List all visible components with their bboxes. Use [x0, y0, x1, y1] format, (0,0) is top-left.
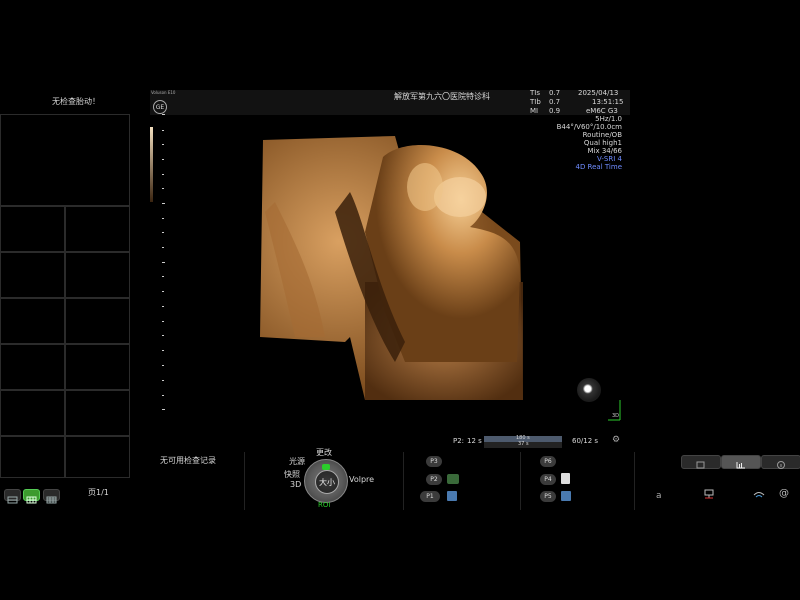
- exam-time: 13:51:15: [592, 98, 624, 106]
- layout-1x2-button[interactable]: [4, 489, 21, 504]
- rotary-dial[interactable]: 大小: [304, 459, 348, 503]
- dial-bottom-label: ROI: [318, 501, 331, 509]
- network-icon[interactable]: [702, 488, 716, 502]
- dial-left-upper-label: 光源: [289, 457, 305, 466]
- tool-tab-chart[interactable]: [721, 455, 761, 469]
- layout-3x3-button[interactable]: [43, 489, 60, 504]
- bottom-panel-divider: [403, 452, 404, 510]
- cine-progress-bar[interactable]: 180 s 37 s: [484, 436, 562, 448]
- orientation-ball-icon[interactable]: [577, 378, 601, 402]
- preset-label: P4: [544, 476, 552, 483]
- safety-indices: TIs 0.7 TIb 0.7 MI 0.9: [530, 90, 565, 117]
- tool-tab-info[interactable]: [761, 455, 800, 469]
- preset-label: P1: [426, 493, 434, 500]
- thumbnail-cell[interactable]: [0, 206, 65, 252]
- chart-icon: [736, 462, 745, 469]
- render-axis-icon: [608, 400, 621, 421]
- depth-ruler: [162, 114, 165, 410]
- thumbnail-cell[interactable]: [65, 390, 130, 436]
- cine-left-value: 12 s: [467, 437, 482, 445]
- no-heartbeat-warning: 无检查胎动！: [52, 97, 100, 106]
- dial-left-mid-label: 快照: [284, 470, 300, 479]
- settings-gear-icon[interactable]: ⚙: [612, 435, 622, 445]
- mi-label: MI: [530, 107, 539, 115]
- cine-bottom-value: 37 s: [518, 441, 529, 447]
- thumbnail-grid: [0, 114, 130, 478]
- thumbnail-cell[interactable]: [0, 252, 65, 298]
- layout-2x3-button[interactable]: [23, 489, 40, 504]
- ge-logo-subtitle: Voluson E10: [151, 90, 176, 95]
- dial-top-label: 更改: [316, 448, 332, 457]
- render-3d-label: 3D: [612, 413, 620, 419]
- thumbnail-cell[interactable]: [65, 252, 130, 298]
- save-icon[interactable]: [561, 491, 571, 501]
- layout-3x3-icon: [46, 496, 57, 504]
- preset-p3-button[interactable]: P3: [426, 456, 442, 467]
- info-icon: [777, 461, 785, 469]
- thumbnail-cell[interactable]: [65, 298, 130, 344]
- preset-p5-button[interactable]: P5: [540, 491, 556, 502]
- thumbnail-cell[interactable]: [65, 436, 130, 478]
- grayscale-bar: [150, 127, 153, 202]
- document-icon[interactable]: [561, 473, 570, 484]
- probe-name: eM6C G3: [586, 107, 618, 115]
- thumbnail-cell[interactable]: [0, 298, 65, 344]
- no-records-label: 无可用检查记录: [160, 456, 216, 465]
- tib-value: 0.7: [549, 98, 561, 106]
- preset-p4-button[interactable]: P4: [540, 474, 556, 485]
- imaging-parameters: 5Hz/1.0 B44°/V60°/10.0cm Routine/OB Qual…: [548, 116, 622, 172]
- dial-left-lower-label: 3D: [290, 480, 302, 489]
- preset-label: P6: [544, 458, 552, 465]
- exam-date: 2025/04/13: [578, 89, 619, 97]
- wireless-icon[interactable]: [752, 489, 766, 501]
- dial-center-label: 大小: [319, 477, 335, 487]
- bottom-panel-divider: [634, 452, 635, 510]
- tib-label: TIb: [530, 98, 541, 106]
- bottom-panel-divider: [520, 452, 521, 510]
- preset-p1-button[interactable]: P1: [420, 491, 440, 502]
- page-indicator: 页1/1: [88, 488, 109, 497]
- dial-right-label: Volpre: [349, 475, 375, 484]
- mode-label: 4D Real Time: [575, 163, 622, 171]
- dial-indicator: [322, 464, 330, 470]
- thumbnail-cell[interactable]: [65, 206, 130, 252]
- preset-p2-button[interactable]: P2: [426, 474, 442, 485]
- cine-left-label: P2:: [453, 437, 465, 445]
- ge-logo: GE: [153, 100, 167, 114]
- tis-label: TIs: [530, 89, 540, 97]
- at-sign-icon[interactable]: @: [779, 489, 789, 499]
- image-icon: [696, 461, 705, 469]
- preset-label: P3: [430, 458, 438, 465]
- thumbnail-cell[interactable]: [0, 436, 65, 478]
- thumbnail-cell[interactable]: [65, 344, 130, 390]
- thumbnail-cell[interactable]: [0, 390, 65, 436]
- text-annotation-button[interactable]: a: [656, 492, 662, 501]
- tool-tab-image[interactable]: [681, 455, 721, 469]
- save-icon[interactable]: [447, 491, 457, 501]
- hospital-name: 解放军第九六〇医院特诊科: [394, 92, 490, 101]
- thumbnail-cell[interactable]: [0, 344, 65, 390]
- bottom-panel-divider: [244, 452, 245, 510]
- print-icon[interactable]: [447, 474, 459, 484]
- layout-1x2-icon: [7, 496, 18, 504]
- dial-center-button[interactable]: 大小: [315, 470, 339, 494]
- preset-p6-button[interactable]: P6: [540, 456, 556, 467]
- preset-label: P5: [544, 493, 552, 500]
- cine-right-value: 60/12 s: [572, 437, 599, 445]
- layout-2x3-icon: [26, 496, 37, 504]
- tis-value: 0.7: [549, 89, 561, 97]
- ultrasound-3d-render[interactable]: [255, 132, 525, 402]
- thumbnail-large[interactable]: [0, 114, 130, 206]
- mi-value: 0.9: [549, 107, 561, 115]
- preset-label: P2: [430, 476, 438, 483]
